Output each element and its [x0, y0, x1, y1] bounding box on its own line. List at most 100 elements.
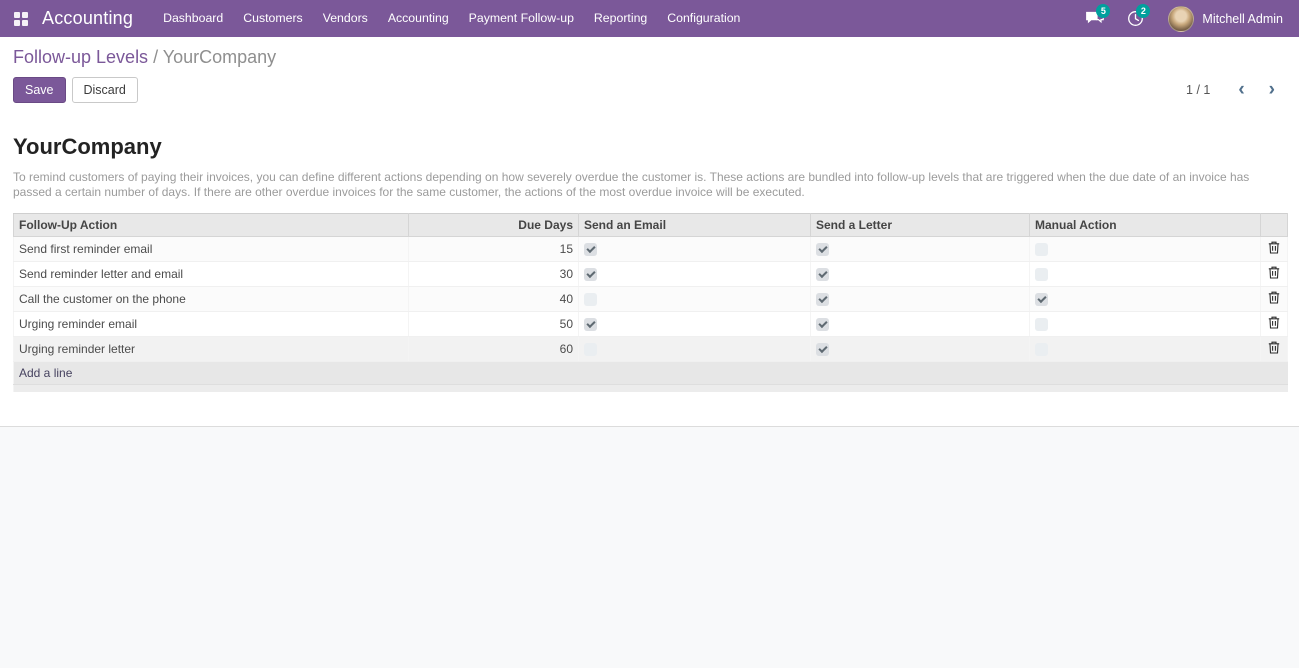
cell-send-a-letter: [811, 312, 1030, 337]
apps-grid-icon: [14, 12, 28, 26]
cell-follow-up-action[interactable]: Urging reminder letter: [14, 337, 409, 362]
cell-send-a-letter: [811, 287, 1030, 312]
checkbox-manual-action[interactable]: [1035, 243, 1048, 256]
cell-send-a-letter: [811, 337, 1030, 362]
nav-item-payment-follow-up[interactable]: Payment Follow-up: [459, 0, 584, 37]
user-menu[interactable]: Mitchell Admin: [1158, 6, 1287, 32]
chevron-left-icon: ‹: [1238, 79, 1244, 100]
messages-badge: 5: [1096, 4, 1110, 18]
activities-button[interactable]: 2: [1118, 0, 1152, 37]
nav-item-dashboard[interactable]: Dashboard: [153, 0, 233, 37]
cell-send-an-email: [579, 262, 811, 287]
checkbox-send-a-letter[interactable]: [816, 268, 829, 281]
followup-table-body: Send first reminder email15Send reminder…: [14, 237, 1288, 362]
column-header-due-days[interactable]: Due Days: [409, 214, 579, 237]
table-footer-strip: [14, 385, 1288, 392]
cell-send-a-letter: [811, 237, 1030, 262]
cell-delete: [1261, 237, 1288, 262]
save-button[interactable]: Save: [13, 77, 66, 103]
cell-follow-up-action[interactable]: Send reminder letter and email: [14, 262, 409, 287]
nav-item-accounting[interactable]: Accounting: [378, 0, 459, 37]
column-header-send-an-email[interactable]: Send an Email: [579, 214, 811, 237]
cell-send-a-letter: [811, 262, 1030, 287]
cell-delete: [1261, 337, 1288, 362]
avatar: [1168, 6, 1194, 32]
nav-menu: DashboardCustomersVendorsAccountingPayme…: [153, 0, 750, 37]
column-header-send-a-letter[interactable]: Send a Letter: [811, 214, 1030, 237]
delete-row-button[interactable]: [1268, 266, 1280, 279]
apps-menu-button[interactable]: [10, 8, 32, 30]
top-navbar: Accounting DashboardCustomersVendorsAcco…: [0, 0, 1299, 37]
nav-item-configuration[interactable]: Configuration: [657, 0, 750, 37]
checkbox-send-a-letter[interactable]: [816, 343, 829, 356]
cell-delete: [1261, 287, 1288, 312]
cell-send-an-email: [579, 237, 811, 262]
checkbox-manual-action[interactable]: [1035, 318, 1048, 331]
nav-item-vendors[interactable]: Vendors: [313, 0, 378, 37]
breadcrumb: Follow-up Levels / YourCompany: [13, 46, 1285, 68]
checkbox-send-an-email[interactable]: [584, 293, 597, 306]
delete-row-button[interactable]: [1268, 316, 1280, 329]
app-brand-title[interactable]: Accounting: [42, 8, 133, 29]
user-name: Mitchell Admin: [1202, 12, 1283, 26]
pager-previous-button[interactable]: ‹: [1228, 82, 1254, 98]
form-sheet: YourCompany To remind customers of payin…: [0, 113, 1299, 427]
add-line-row[interactable]: Add a line: [14, 362, 1288, 385]
column-header-follow-up-action[interactable]: Follow-Up Action: [14, 214, 409, 237]
pager-next-button[interactable]: ›: [1259, 82, 1285, 98]
breadcrumb-separator: /: [153, 47, 163, 67]
cell-due-days[interactable]: 40: [409, 287, 579, 312]
table-row[interactable]: Urging reminder letter60: [14, 337, 1288, 362]
checkbox-send-an-email[interactable]: [584, 343, 597, 356]
checkbox-send-an-email[interactable]: [584, 268, 597, 281]
delete-row-button[interactable]: [1268, 291, 1280, 304]
chevron-right-icon: ›: [1269, 79, 1275, 100]
cell-follow-up-action[interactable]: Send first reminder email: [14, 237, 409, 262]
table-row[interactable]: Send first reminder email15: [14, 237, 1288, 262]
cell-manual-action: [1030, 262, 1261, 287]
table-row[interactable]: Urging reminder email50: [14, 312, 1288, 337]
cell-due-days[interactable]: 50: [409, 312, 579, 337]
column-header-manual-action[interactable]: Manual Action: [1030, 214, 1261, 237]
checkbox-manual-action[interactable]: [1035, 268, 1048, 281]
pager-counter: 1 / 1: [1186, 83, 1210, 97]
breadcrumb-link-followup-levels[interactable]: Follow-up Levels: [13, 47, 148, 67]
cell-follow-up-action[interactable]: Urging reminder email: [14, 312, 409, 337]
cell-due-days[interactable]: 60: [409, 337, 579, 362]
cell-manual-action: [1030, 287, 1261, 312]
table-row[interactable]: Send reminder letter and email30: [14, 262, 1288, 287]
table-row[interactable]: Call the customer on the phone40: [14, 287, 1288, 312]
nav-item-customers[interactable]: Customers: [233, 0, 312, 37]
checkbox-send-a-letter[interactable]: [816, 293, 829, 306]
cell-follow-up-action[interactable]: Call the customer on the phone: [14, 287, 409, 312]
control-panel-buttons: Save Discard 1 / 1 ‹ ›: [13, 77, 1285, 103]
control-panel: Follow-up Levels / YourCompany Save Disc…: [0, 37, 1299, 113]
nav-item-reporting[interactable]: Reporting: [584, 0, 657, 37]
checkbox-manual-action[interactable]: [1035, 293, 1048, 306]
cell-send-an-email: [579, 312, 811, 337]
cell-delete: [1261, 312, 1288, 337]
checkbox-send-a-letter[interactable]: [816, 243, 829, 256]
breadcrumb-current: YourCompany: [163, 47, 276, 67]
cell-due-days[interactable]: 30: [409, 262, 579, 287]
cell-delete: [1261, 262, 1288, 287]
discard-button[interactable]: Discard: [72, 77, 138, 103]
checkbox-send-a-letter[interactable]: [816, 318, 829, 331]
navbar-right: 5 2 Mitchell Admin: [1078, 0, 1287, 37]
messages-button[interactable]: 5: [1078, 0, 1112, 37]
column-header-actions: [1261, 214, 1288, 237]
cell-manual-action: [1030, 312, 1261, 337]
checkbox-send-an-email[interactable]: [584, 318, 597, 331]
page-description: To remind customers of paying their invo…: [13, 170, 1287, 200]
activities-badge: 2: [1136, 4, 1150, 18]
pager: 1 / 1 ‹ ›: [1186, 82, 1285, 98]
delete-row-button[interactable]: [1268, 341, 1280, 354]
checkbox-send-an-email[interactable]: [584, 243, 597, 256]
page-title: YourCompany: [13, 134, 1287, 160]
add-line-link[interactable]: Add a line: [19, 366, 72, 380]
table-header-row: Follow-Up ActionDue DaysSend an EmailSen…: [14, 214, 1288, 237]
table-header: Follow-Up ActionDue DaysSend an EmailSen…: [14, 214, 1288, 237]
cell-due-days[interactable]: 15: [409, 237, 579, 262]
checkbox-manual-action[interactable]: [1035, 343, 1048, 356]
delete-row-button[interactable]: [1268, 241, 1280, 254]
